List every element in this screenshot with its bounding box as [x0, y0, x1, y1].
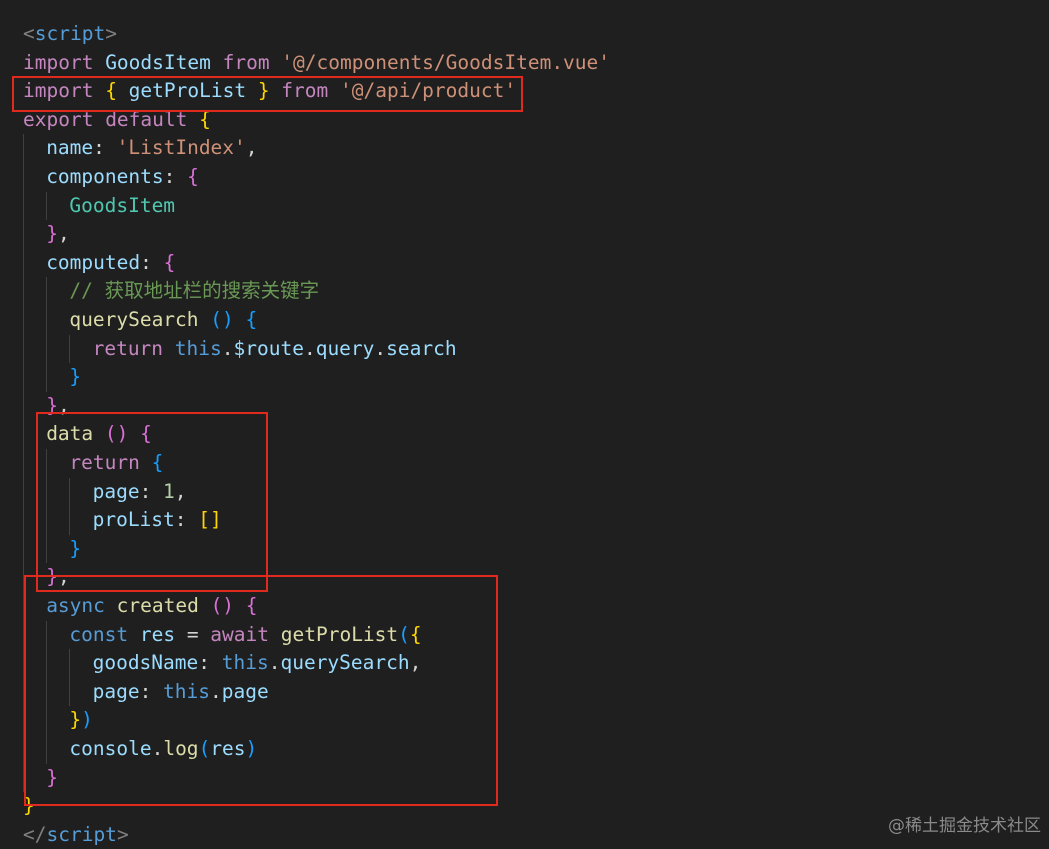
code-token: { [187, 165, 199, 188]
highlight-box-import [12, 76, 523, 112]
code-line[interactable]: <script> [0, 20, 1049, 49]
code-token: return [92, 336, 175, 360]
indent-guide [23, 191, 24, 221]
code-line[interactable]: }, [0, 220, 1049, 249]
code-token: 'ListIndex' [116, 136, 246, 160]
indent-guide [23, 420, 24, 449]
code-text: import GoodsItem from '@/components/Good… [23, 49, 610, 78]
indent-guide [23, 248, 24, 278]
indent-guide [23, 163, 24, 192]
code-token: '@/components/GoodsItem.vue' [281, 50, 611, 74]
code-token: . [303, 336, 316, 360]
indent-guide [23, 134, 24, 163]
code-token: : [93, 136, 117, 160]
indent-guide [46, 363, 48, 392]
code-token: from [222, 50, 282, 74]
code-text: return this.$route.query.search [93, 335, 457, 364]
code-token: $route [233, 336, 304, 360]
code-token: </ [23, 822, 47, 846]
code-token: this [174, 336, 222, 360]
indent-guide [46, 306, 48, 335]
code-token: { [163, 250, 176, 274]
code-token: () [210, 308, 246, 331]
code-token: script [34, 22, 106, 45]
code-text: querySearch () { [69, 306, 257, 335]
code-text: computed: { [46, 249, 175, 278]
code-text: components: { [46, 163, 199, 192]
code-token: : [140, 250, 164, 274]
code-token: import [23, 50, 106, 74]
code-token: querySearch [69, 308, 211, 331]
code-text: }, [46, 220, 70, 249]
code-token: script [46, 822, 117, 846]
indent-guide [23, 534, 24, 564]
code-token: , [245, 136, 258, 160]
highlight-box-data [36, 412, 268, 592]
indent-guide [69, 334, 71, 364]
code-token: GoodsItem [69, 193, 176, 217]
code-text: name: 'ListIndex', [46, 134, 257, 163]
code-line[interactable]: } [0, 363, 1049, 392]
indent-guide [23, 506, 24, 535]
code-text: } [69, 363, 81, 392]
code-line[interactable]: components: { [0, 163, 1049, 192]
indent-guide [23, 277, 24, 306]
code-token: : [163, 165, 188, 188]
code-token: } [69, 365, 82, 389]
indent-guide [23, 220, 24, 249]
code-token: } [46, 222, 58, 246]
indent-guide [23, 477, 24, 507]
code-text: // 获取地址栏的搜索关键字 [69, 277, 319, 306]
watermark: @稀土掘金技术社区 [888, 816, 1041, 836]
code-token: // 获取地址栏的搜索关键字 [69, 279, 320, 303]
code-text: </script> [23, 821, 129, 849]
code-token: name [46, 136, 94, 160]
code-token: > [105, 22, 117, 45]
indent-guide [46, 277, 48, 306]
indent-guide [23, 449, 24, 478]
code-token: . [221, 336, 234, 360]
code-token: search [386, 336, 457, 360]
highlight-box-created [24, 575, 498, 806]
indent-guide [23, 391, 24, 421]
code-text: <script> [23, 20, 117, 49]
indent-guide [46, 334, 48, 364]
code-token: , [57, 222, 70, 246]
code-token: components [46, 165, 164, 188]
indent-guide [23, 306, 24, 335]
code-text: GoodsItem [69, 192, 175, 221]
code-line[interactable]: computed: { [0, 248, 1049, 278]
code-token: computed [46, 250, 141, 274]
code-token: . [374, 336, 387, 360]
code-line[interactable]: // 获取地址栏的搜索关键字 [0, 277, 1049, 306]
code-token: query [315, 336, 375, 360]
code-line[interactable]: name: 'ListIndex', [0, 134, 1049, 163]
indent-guide [46, 191, 48, 221]
code-line[interactable]: import GoodsItem from '@/components/Good… [0, 49, 1049, 78]
code-token: { [245, 308, 258, 331]
code-line[interactable]: GoodsItem [0, 191, 1049, 221]
code-line[interactable]: querySearch () { [0, 306, 1049, 335]
indent-guide [23, 363, 24, 392]
code-token: < [23, 22, 35, 45]
indent-guide [23, 334, 24, 364]
code-line[interactable]: return this.$route.query.search [0, 334, 1049, 364]
code-token: > [116, 822, 129, 846]
code-token: GoodsItem [105, 50, 223, 74]
